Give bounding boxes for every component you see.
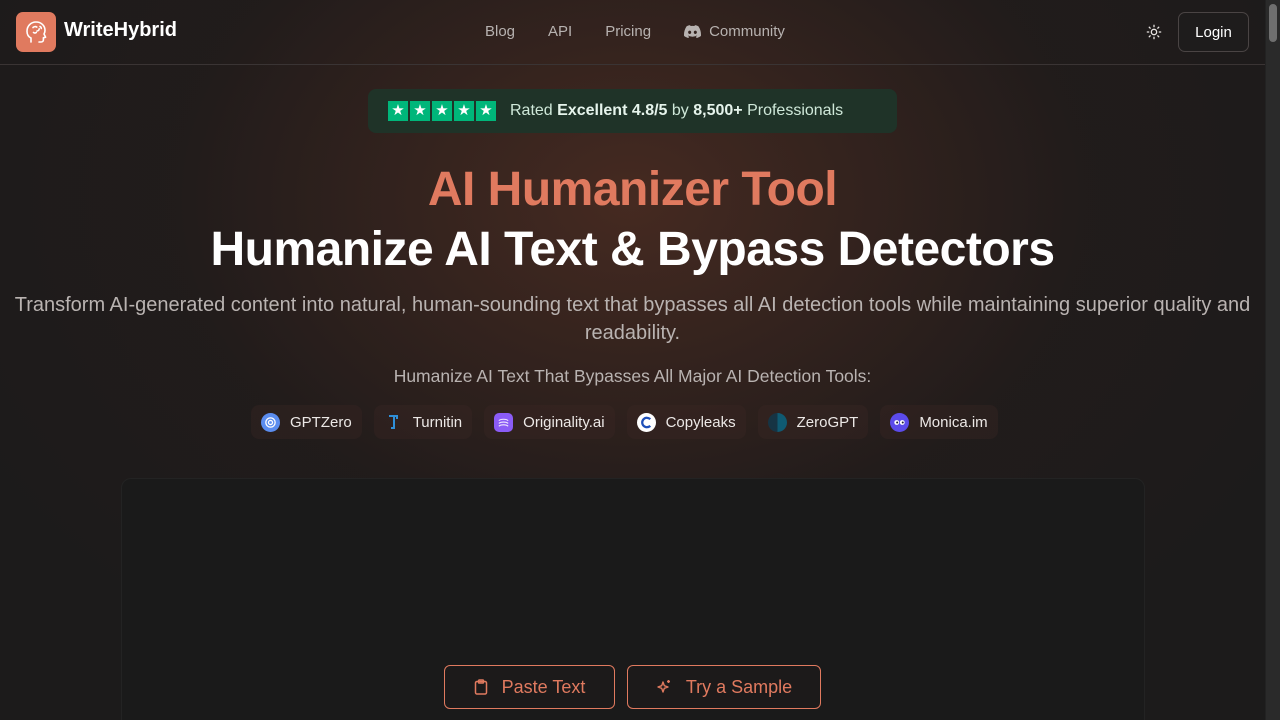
rating-score: Excellent 4.8/5 xyxy=(557,102,668,119)
star-icon: ★ xyxy=(432,101,452,121)
tool-copyleaks: Copyleaks xyxy=(626,405,746,439)
try-sample-label: Try a Sample xyxy=(685,676,793,697)
theme-toggle-button[interactable] xyxy=(1143,21,1165,43)
login-button[interactable]: Login xyxy=(1178,12,1249,52)
tool-turnitin: Turnitin xyxy=(373,405,473,439)
paste-text-label: Paste Text xyxy=(501,676,586,697)
brand-logo[interactable] xyxy=(16,12,56,52)
scrollbar-thumb[interactable] xyxy=(1269,4,1277,42)
tool-originality: Originality.ai xyxy=(484,405,615,439)
tool-name: Copyleaks xyxy=(665,413,736,431)
paste-text-button[interactable]: Paste Text xyxy=(444,665,615,709)
tool-name: Originality.ai xyxy=(523,413,605,431)
brand-name[interactable]: WriteHybrid xyxy=(64,19,177,42)
brain-head-icon xyxy=(26,21,47,43)
clipboard-icon xyxy=(474,679,487,695)
star-icon: ★ xyxy=(476,101,496,121)
rating-count: 8,500+ xyxy=(693,102,743,119)
tool-name: Turnitin xyxy=(412,413,463,431)
page-scrollbar[interactable] xyxy=(1265,0,1280,720)
rating-by: by xyxy=(667,102,694,119)
star-icon: ★ xyxy=(454,101,474,121)
rating-text: Rated Excellent 4.8/5 by 8,500+ Professi… xyxy=(510,102,843,120)
try-sample-button[interactable]: Try a Sample xyxy=(627,665,821,709)
originality-icon xyxy=(494,412,514,432)
hero-title-accent: AI Humanizer Tool xyxy=(427,163,838,216)
tool-name: GPTZero xyxy=(290,413,352,431)
nav-api[interactable]: API xyxy=(548,23,572,40)
hero-subtitle: Transform AI-generated content into natu… xyxy=(14,294,1251,344)
sun-icon xyxy=(1146,24,1162,40)
star-icon: ★ xyxy=(388,101,408,121)
monica-icon xyxy=(890,412,910,432)
nav-blog[interactable]: Blog xyxy=(485,23,515,40)
trustpilot-stars: ★ ★ ★ ★ ★ xyxy=(388,101,498,121)
nav-community[interactable]: Community xyxy=(684,23,785,40)
turnitin-icon xyxy=(384,413,403,432)
detector-list: GPTZero Turnitin Originality.ai Copyleak… xyxy=(251,405,1010,439)
star-icon: ★ xyxy=(410,101,430,121)
main-nav: Blog API Pricing Community xyxy=(485,23,818,40)
hero-title-main: Humanize AI Text & Bypass Detectors xyxy=(210,223,1055,276)
tool-name: ZeroGPT xyxy=(796,413,859,431)
rating-prefix: Rated xyxy=(510,102,558,119)
tool-name: Monica.im xyxy=(919,413,988,431)
rating-suffix: Professionals xyxy=(742,102,844,119)
rating-badge[interactable]: ★ ★ ★ ★ ★ Rated Excellent 4.8/5 by 8,500… xyxy=(368,89,897,133)
tool-monica: Monica.im xyxy=(880,405,998,439)
nav-community-label: Community xyxy=(709,23,785,40)
tools-heading: Humanize AI Text That Bypasses All Major… xyxy=(393,366,872,386)
zerogpt-icon xyxy=(767,412,787,432)
discord-icon xyxy=(684,25,702,38)
copyleaks-icon xyxy=(636,412,656,432)
gptzero-icon xyxy=(261,412,280,432)
tool-gptzero: GPTZero xyxy=(251,405,362,439)
nav-pricing[interactable]: Pricing xyxy=(605,23,651,40)
sparkles-icon xyxy=(657,680,670,693)
tool-zerogpt: ZeroGPT xyxy=(757,405,869,439)
site-header: WriteHybrid Blog API Pricing Community L… xyxy=(0,0,1265,65)
